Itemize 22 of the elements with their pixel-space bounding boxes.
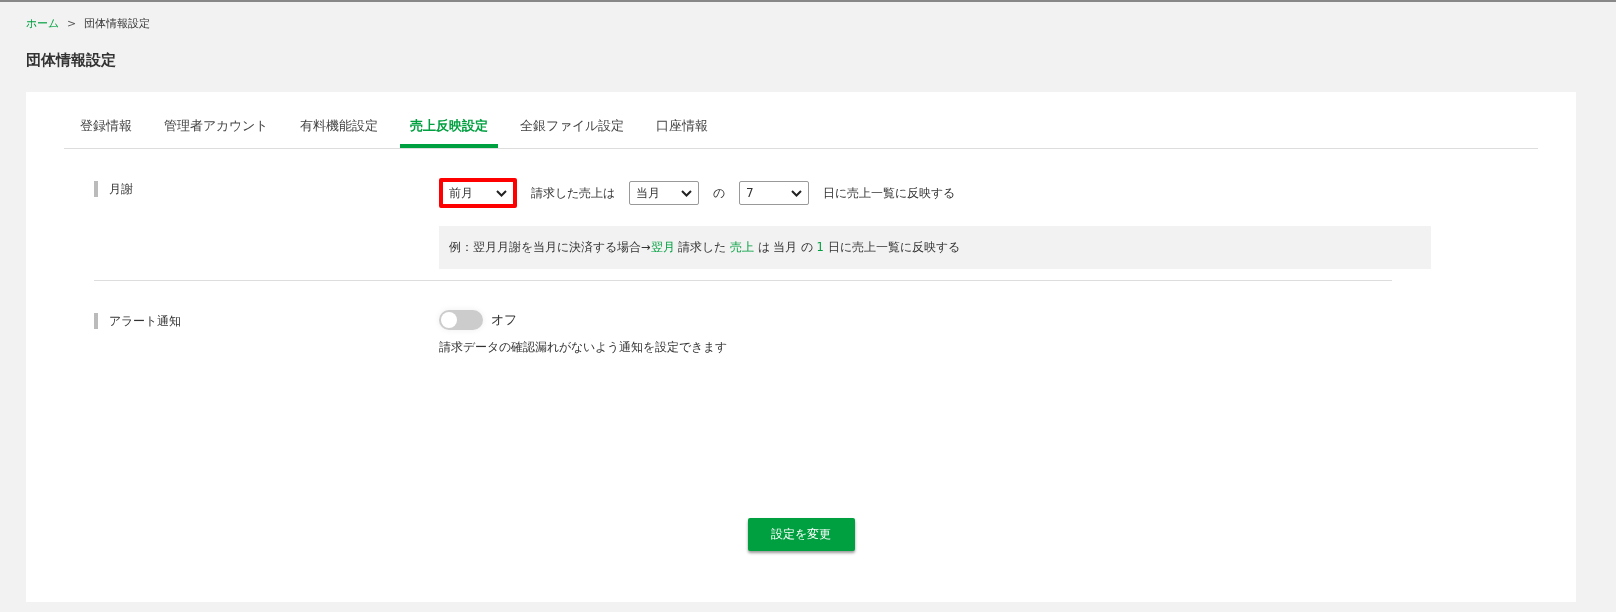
toggle-state: オフ [491, 311, 517, 329]
breadcrumb-separator: > [67, 17, 77, 30]
tab[interactable]: 全銀ファイル設定 [510, 112, 634, 148]
select-field[interactable]: 7 [739, 181, 809, 205]
form-text: 請求した売上は [531, 184, 615, 202]
select-field[interactable]: 当月 [629, 181, 699, 205]
section-label: 月謝 [94, 181, 439, 197]
caret-icon [496, 189, 507, 197]
breadcrumb-current: 団体情報設定 [84, 16, 151, 31]
page-title: 団体情報設定 [26, 51, 117, 70]
caret-icon [681, 189, 692, 197]
tab[interactable]: 有料機能設定 [290, 112, 388, 148]
form-text: の [713, 184, 725, 202]
toggle-switch[interactable] [439, 310, 483, 330]
tab[interactable]: 登録情報 [70, 112, 142, 148]
tab[interactable]: 口座情報 [646, 112, 718, 148]
tab[interactable]: 管理者アカウント [154, 112, 278, 148]
alert-description: 請求データの確認漏れがないよう通知を設定できます [439, 339, 728, 356]
caret-icon [791, 189, 802, 197]
form-text: 日に売上一覧に反映する [823, 184, 955, 202]
select-field[interactable]: 前月 [439, 178, 517, 208]
example-note: 例：翌月月謝を当月に決済する場合→翌月 請求した 売上 は 当月 の 1 日に売上一覧に反映する [439, 226, 1431, 269]
